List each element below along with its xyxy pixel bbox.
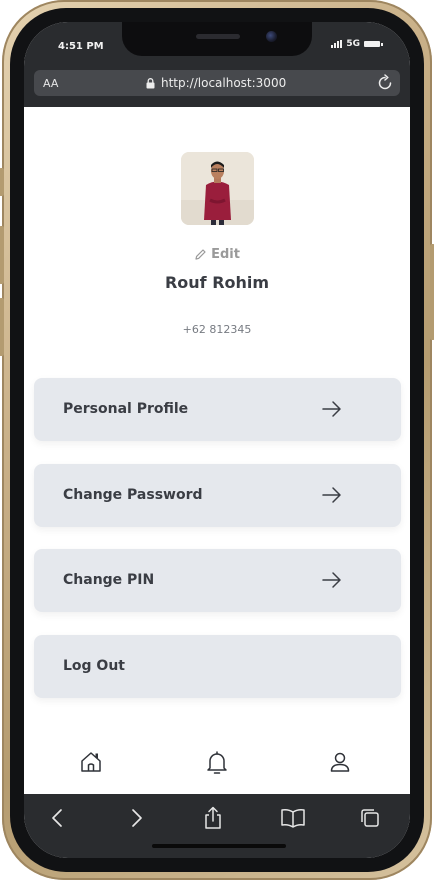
earpiece-speaker — [196, 34, 240, 39]
edit-profile-button[interactable]: Edit — [24, 247, 410, 262]
profile-name: Rouf Rohim — [164, 273, 270, 292]
reload-icon[interactable] — [376, 74, 394, 92]
arrow-right-icon — [322, 401, 341, 417]
front-camera — [266, 31, 277, 42]
profile-avatar[interactable] — [181, 152, 254, 225]
browser-toolbar — [24, 794, 410, 858]
change-password-button[interactable]: Change Password — [34, 464, 401, 527]
arrow-right-icon — [322, 487, 341, 503]
notch — [122, 22, 312, 56]
signal-bars-icon — [331, 40, 343, 48]
phone-bezel: 4:51 PM 5G AA http://localhost:3000 Edit… — [10, 8, 424, 872]
home-indicator — [152, 844, 286, 848]
power-button — [430, 244, 434, 340]
share-icon[interactable] — [202, 806, 224, 830]
edit-label: Edit — [211, 247, 240, 262]
url-display[interactable]: http://localhost:3000 — [146, 76, 286, 90]
back-icon[interactable] — [48, 806, 68, 830]
bell-icon[interactable] — [205, 750, 229, 776]
user-photo — [181, 152, 254, 225]
network-type: 5G — [346, 39, 360, 49]
user-icon[interactable] — [328, 750, 352, 774]
bottom-navigation — [24, 727, 410, 794]
profile-phone: +62 812345 — [182, 323, 252, 336]
home-icon[interactable] — [79, 750, 103, 774]
browser-top-bar: 4:51 PM 5G AA http://localhost:3000 — [24, 22, 410, 107]
pencil-icon — [195, 249, 206, 260]
page-content: Edit Rouf Rohim +62 812345 Personal Prof… — [24, 107, 410, 794]
change-pin-button[interactable]: Change PIN — [34, 549, 401, 612]
menu-item-label: Log Out — [63, 658, 125, 674]
forward-icon[interactable] — [126, 806, 146, 830]
bookmarks-icon[interactable] — [280, 806, 306, 830]
volume-down-button — [0, 298, 4, 356]
text-size-button[interactable]: AA — [43, 77, 58, 90]
logout-button[interactable]: Log Out — [34, 635, 401, 698]
menu-item-label: Change Password — [63, 487, 203, 503]
silent-switch — [0, 168, 4, 196]
battery-icon — [364, 41, 383, 47]
lock-icon — [146, 77, 155, 88]
personal-profile-button[interactable]: Personal Profile — [34, 378, 401, 441]
menu-item-label: Personal Profile — [63, 401, 189, 417]
status-time: 4:51 PM — [58, 41, 104, 52]
phone-screen: 4:51 PM 5G AA http://localhost:3000 Edit… — [24, 22, 410, 858]
arrow-right-icon — [322, 572, 341, 588]
address-bar[interactable]: AA http://localhost:3000 — [34, 70, 400, 96]
status-indicators: 5G — [331, 39, 383, 49]
menu-item-label: Change PIN — [63, 572, 155, 588]
volume-up-button — [0, 226, 4, 284]
tabs-icon[interactable] — [358, 806, 382, 830]
url-text: http://localhost:3000 — [161, 76, 287, 90]
phone-frame: 4:51 PM 5G AA http://localhost:3000 Edit… — [0, 0, 434, 880]
